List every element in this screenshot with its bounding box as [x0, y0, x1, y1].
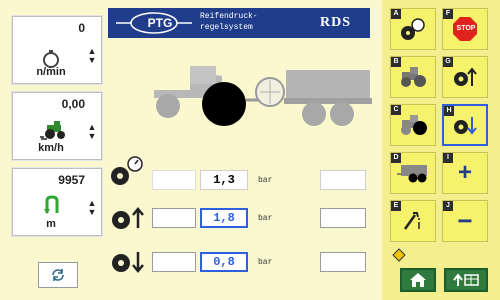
- highlighted-tire: [202, 82, 246, 126]
- refresh-button[interactable]: [38, 262, 78, 288]
- tire-down-icon: [454, 117, 477, 135]
- menu-return-button[interactable]: [444, 268, 488, 292]
- target-high-empty-field[interactable]: [152, 208, 196, 228]
- subtitle-line1: Reifendruck-: [200, 12, 258, 21]
- home-icon: [410, 273, 426, 287]
- distance-icon: [44, 195, 59, 214]
- rpm-panel[interactable]: 0 ▲ ▼ n/min: [12, 16, 102, 84]
- softkey-g[interactable]: G: [442, 56, 488, 98]
- tire-up-icon: [454, 67, 477, 86]
- home-button[interactable]: [400, 268, 436, 292]
- plus-icon: +: [457, 159, 472, 186]
- target-high-field[interactable]: 1,8: [200, 208, 248, 228]
- rpm-stepper-arrows[interactable]: ▲ ▼: [87, 47, 97, 65]
- warning-diamond-icon: [392, 248, 406, 262]
- softkey-i[interactable]: I +: [442, 152, 488, 194]
- softkey-g-letter: G: [443, 57, 453, 67]
- brand-text: PTG: [147, 16, 173, 30]
- refresh-icon: [52, 269, 64, 281]
- speed-panel[interactable]: 0,00 ▲ ▼ km/h: [12, 92, 102, 160]
- softkey-h[interactable]: H: [442, 104, 488, 146]
- target-low-field[interactable]: 0,8: [200, 252, 248, 272]
- tractor-icon: [401, 67, 426, 87]
- softkey-e[interactable]: E: [390, 200, 436, 242]
- target-low-empty-field[interactable]: [152, 252, 196, 272]
- target-high-icon: [112, 207, 144, 229]
- softkey-j[interactable]: J −: [442, 200, 488, 242]
- softkey-a[interactable]: A: [390, 8, 436, 50]
- target-low-icon: [112, 252, 144, 273]
- stop-label: STOP: [456, 25, 476, 32]
- current-pressure-empty-field: [152, 170, 196, 190]
- product-name: RDS: [320, 15, 352, 30]
- target-high-trailer-field[interactable]: [320, 208, 366, 228]
- current-pressure-unit: bar: [258, 176, 273, 185]
- header-bar: PTG Reifendruck- regelsystem RDS: [108, 8, 370, 38]
- current-pressure-trailer-field: [320, 170, 366, 190]
- softkey-c[interactable]: C: [390, 104, 436, 146]
- speed-value: 0,00: [61, 97, 85, 111]
- target-low-trailer-field[interactable]: [320, 252, 366, 272]
- minus-icon: −: [457, 205, 473, 236]
- softkey-b[interactable]: B: [390, 56, 436, 98]
- softkey-f[interactable]: F STOP: [442, 8, 488, 50]
- speed-unit: km/h: [38, 142, 64, 154]
- distance-stepper-arrows[interactable]: ▲ ▼: [87, 199, 97, 217]
- tire-pressure-gauge-icon: [401, 18, 425, 40]
- softkey-e-letter: E: [391, 201, 401, 211]
- rpm-unit: n/min: [36, 66, 66, 78]
- current-pressure-field: 1,3: [200, 170, 248, 190]
- target-low-unit: bar: [258, 258, 273, 267]
- current-pressure-icon: [111, 156, 143, 185]
- subtitle-line2: regelsystem: [200, 23, 253, 32]
- vehicle-illustration: [154, 66, 372, 126]
- target-high-unit: bar: [258, 214, 273, 223]
- tractor-wheel-icon: [401, 115, 427, 135]
- trailer-icon: [397, 165, 427, 183]
- softkey-d[interactable]: D: [390, 152, 436, 194]
- rpm-value: 0: [78, 21, 85, 35]
- tractor-speed-icon: [40, 121, 65, 140]
- speed-stepper-arrows[interactable]: ▲ ▼: [87, 123, 97, 141]
- menu-return-icon: [453, 273, 479, 286]
- distance-unit: m: [46, 218, 56, 230]
- distance-panel[interactable]: 9957 ▲ ▼ m: [12, 168, 102, 236]
- settings-wrench-icon: [403, 212, 420, 230]
- distance-value: 9957: [58, 173, 85, 187]
